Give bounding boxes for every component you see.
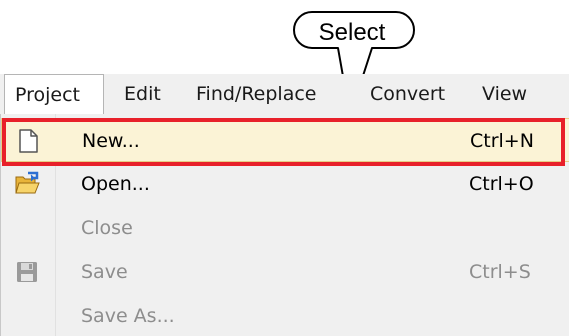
menu-item-save-label: Save — [81, 261, 128, 283]
menu-project[interactable]: Project — [4, 74, 104, 114]
menu-item-save-shortcut: Ctrl+S — [469, 261, 531, 283]
project-dropdown-menu: New... Ctrl+N Open... Ctrl+O Close Save … — [0, 114, 569, 336]
open-folder-icon — [15, 171, 40, 194]
screenshot-stage: Select Project Edit Find/Replace Convert… — [0, 0, 569, 336]
new-document-icon — [19, 129, 38, 153]
menu-view[interactable]: View — [482, 74, 527, 114]
menu-convert[interactable]: Convert — [370, 74, 445, 114]
menu-item-open[interactable]: Open... Ctrl+O — [1, 162, 569, 206]
menu-item-new-label: New... — [82, 130, 140, 152]
menu-item-open-shortcut: Ctrl+O — [469, 173, 534, 195]
menu-bar: Project Edit Find/Replace Convert View — [0, 74, 569, 114]
menu-item-save-as-label: Save As... — [81, 305, 175, 327]
menu-item-close-label: Close — [81, 217, 133, 239]
menu-item-save-as[interactable]: Save As... — [1, 294, 569, 336]
menu-find-replace[interactable]: Find/Replace — [196, 74, 317, 114]
menu-edit[interactable]: Edit — [124, 74, 161, 114]
menu-item-new[interactable]: New... Ctrl+N — [1, 118, 569, 162]
callout-text: Select — [318, 19, 386, 46]
menu-item-close[interactable]: Close — [1, 206, 569, 250]
save-disk-icon — [17, 262, 37, 282]
menu-item-open-label: Open... — [81, 173, 150, 195]
menu-item-new-shortcut: Ctrl+N — [470, 130, 534, 152]
menu-item-save[interactable]: Save Ctrl+S — [1, 250, 569, 294]
